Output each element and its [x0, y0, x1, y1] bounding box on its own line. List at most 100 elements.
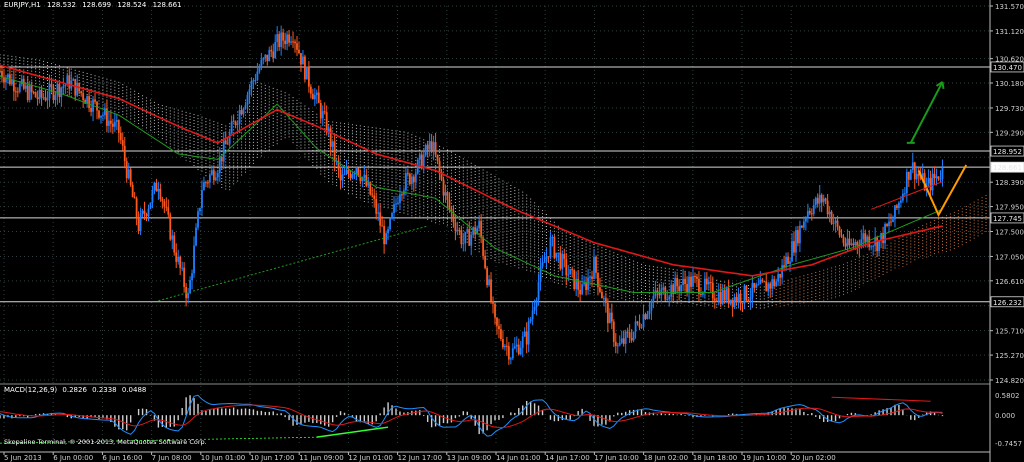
- candle-body: [601, 291, 603, 299]
- candle-body: [630, 337, 633, 341]
- candle-body: [492, 301, 494, 304]
- candle-body: [502, 338, 504, 348]
- candle-body: [220, 156, 223, 162]
- macd-hist-bar: [19, 415, 21, 417]
- candle-body: [529, 319, 532, 322]
- candle-body: [903, 193, 906, 195]
- candle-body: [351, 174, 354, 179]
- candle-body: [680, 285, 683, 292]
- candle-body: [519, 347, 522, 355]
- candle-body: [767, 283, 770, 292]
- candle-body: [460, 230, 463, 245]
- candle-body: [713, 298, 716, 301]
- candle-body: [317, 92, 320, 104]
- level-label: 127.745: [993, 215, 1022, 223]
- macd-hist-bar: [141, 408, 144, 416]
- candle-body: [810, 213, 813, 215]
- candle-body: [581, 284, 584, 295]
- macd-hist-bar: [343, 412, 346, 416]
- price-tick-label: 125.270: [995, 352, 1024, 360]
- candle-body: [175, 252, 178, 262]
- candle-body: [488, 279, 490, 286]
- candle-body: [618, 342, 621, 346]
- candle-body: [686, 283, 688, 293]
- candle-body: [256, 71, 259, 81]
- candle-body: [814, 197, 817, 206]
- macd-hist-bar: [510, 412, 512, 416]
- candle-body: [719, 291, 722, 304]
- candle-body: [349, 173, 352, 179]
- macd-hist-bar: [383, 407, 385, 416]
- candle-body: [931, 173, 934, 191]
- candle-body: [389, 218, 391, 230]
- candle-body: [745, 285, 748, 301]
- time-tick-label: 10 Jun 01:00: [201, 454, 245, 462]
- level-label: 130.470: [993, 64, 1022, 72]
- candle-body: [650, 301, 653, 311]
- candle-body: [935, 176, 938, 179]
- candle-body: [272, 51, 275, 59]
- candle-body: [896, 205, 898, 208]
- candle-body: [541, 262, 544, 267]
- macd-hist-bar: [177, 415, 179, 421]
- macd-hist-bar: [248, 408, 251, 416]
- time-tick-label: 14 Jun 01:00: [496, 454, 540, 462]
- candle-body: [436, 154, 439, 161]
- candle-body: [662, 287, 665, 290]
- candle-body: [113, 121, 116, 127]
- macd-main-value: 0.2826: [62, 386, 87, 394]
- candle-body: [268, 49, 271, 62]
- macd-hist-bar: [375, 415, 377, 422]
- candle-body: [88, 96, 90, 108]
- candle-body: [775, 281, 778, 287]
- candle-body: [46, 98, 49, 101]
- candle-body: [48, 83, 51, 99]
- candle-body: [700, 294, 702, 296]
- time-tick-label: 13 Jun 09:00: [447, 454, 491, 462]
- macd-hist-bar: [395, 408, 397, 416]
- macd-hist-bar: [482, 415, 484, 434]
- candle-body: [795, 230, 797, 253]
- candle-body: [603, 298, 605, 300]
- candle-body: [698, 278, 700, 295]
- candle-body: [381, 225, 384, 227]
- candle-body: [242, 108, 245, 115]
- candle-body: [694, 276, 696, 278]
- candle-body: [262, 58, 265, 60]
- level-label: 126.232: [993, 299, 1022, 307]
- candle-body: [90, 107, 92, 112]
- chart-canvas[interactable]: 130.470 128.952 128.661 127.745 126.232 131.…: [0, 0, 1024, 462]
- candle-body: [177, 256, 180, 262]
- candle-body: [749, 297, 752, 301]
- candle-body: [203, 182, 205, 191]
- macd-hist-bar: [114, 415, 116, 427]
- macd-hist-bar: [498, 415, 500, 420]
- candle-body: [7, 74, 9, 78]
- candle-body: [163, 201, 166, 207]
- candle-body: [666, 298, 669, 300]
- macd-hist-bar: [252, 409, 255, 416]
- candle-body: [298, 49, 300, 54]
- macd-hist-bar: [890, 407, 892, 416]
- candle-body: [769, 283, 772, 289]
- macd-hist-bar: [327, 415, 330, 427]
- price-tick-label: 127.950: [995, 204, 1024, 212]
- candle-body: [721, 290, 724, 304]
- candle-body: [290, 41, 292, 43]
- candle-body: [933, 173, 936, 179]
- candle-body: [838, 226, 841, 235]
- candle-body: [626, 331, 629, 333]
- candle-body: [482, 237, 485, 257]
- time-tick-label: 5 Jun 2013: [4, 454, 42, 462]
- macd-hist-bar: [537, 405, 540, 416]
- candle-body: [424, 145, 427, 156]
- candle-body: [399, 194, 401, 203]
- candle-body: [341, 174, 344, 181]
- candle-body: [604, 298, 607, 304]
- candle-body: [832, 222, 835, 224]
- candle-body: [559, 252, 562, 269]
- candle-body: [678, 286, 681, 292]
- macd-hist-bar: [260, 410, 263, 416]
- open-value: 128.532: [47, 1, 76, 9]
- macd-hist-bar: [462, 411, 465, 416]
